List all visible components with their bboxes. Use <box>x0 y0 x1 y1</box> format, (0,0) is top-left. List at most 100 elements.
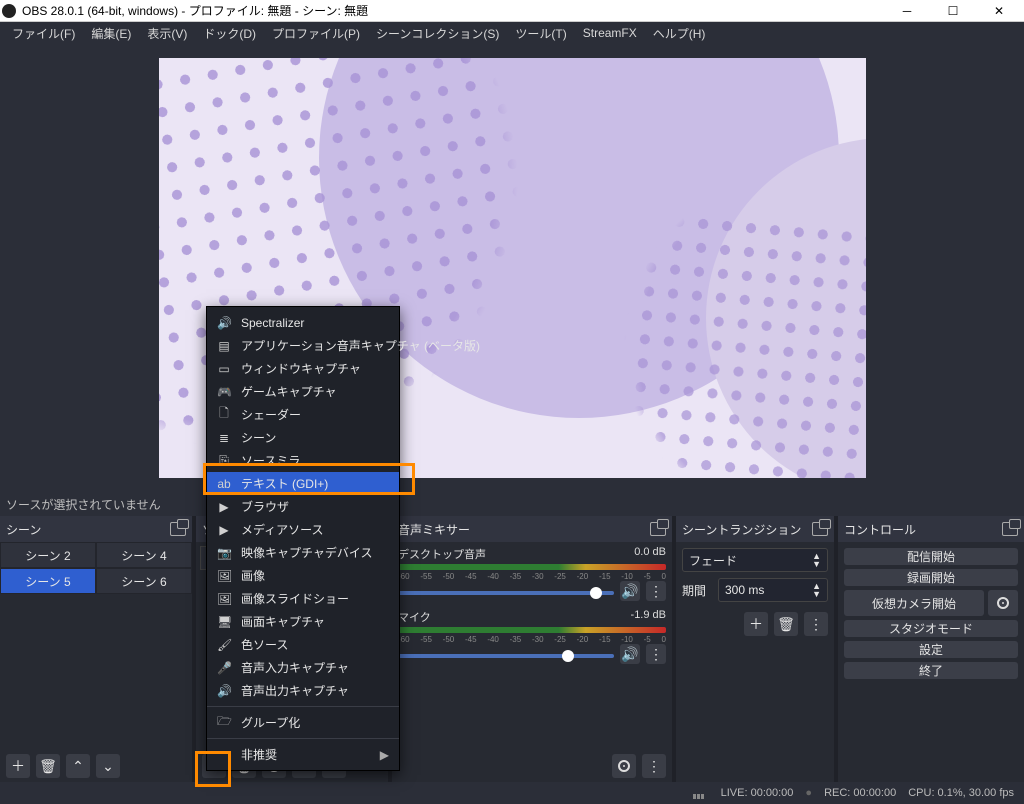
transitions-header: シーントランジション <box>676 516 834 542</box>
close-button[interactable]: ✕ <box>976 0 1022 22</box>
speaker-icon[interactable]: 🔊 <box>620 644 640 664</box>
menu-item-icon: 🖥 <box>217 615 231 629</box>
menu-item[interactable]: ≣シーン <box>207 426 399 449</box>
menu-item-label: ソースミラ <box>241 452 300 469</box>
menu-item-label: メディアソース <box>241 521 324 538</box>
vu-meter <box>398 564 666 570</box>
settings-button[interactable]: 設定 <box>844 641 1018 658</box>
transition-select[interactable]: フェード ▲▼ <box>682 548 828 572</box>
add-scene-button[interactable]: ＋ <box>6 754 30 778</box>
menu-item-icon: ▶ <box>217 500 231 514</box>
source-toolbar: ソースが選択されていません プロパ <box>0 492 1024 516</box>
menu-item[interactable]: 🔊Spectralizer <box>207 311 399 334</box>
menu-item[interactable]: シーンコレクション(S) <box>368 23 507 44</box>
menu-item-icon: 🖌 <box>217 638 231 652</box>
remove-transition-button[interactable]: 🗑 <box>774 612 798 636</box>
virtual-cam-settings-button[interactable] <box>988 590 1018 616</box>
menu-item-label: 色ソース <box>241 636 288 653</box>
menu-item[interactable]: 🗁 グループ化 <box>207 711 399 734</box>
scene-item[interactable]: シーン 5 <box>0 568 96 594</box>
menu-item[interactable]: ツール(T) <box>507 23 574 44</box>
menu-item[interactable]: ▶ブラウザ <box>207 495 399 518</box>
menu-item[interactable]: ヘルプ(H) <box>645 23 714 44</box>
duration-input[interactable]: 300 ms ▲▼ <box>718 578 828 602</box>
menu-item[interactable]: 🖼 画像スライドショー <box>207 587 399 610</box>
menu-item-label: シーン <box>241 429 276 446</box>
start-streaming-button[interactable]: 配信開始 <box>844 548 1018 565</box>
menu-item-icon: 🖼 <box>217 569 231 583</box>
menu-item-label: 画像スライドショー <box>241 590 349 607</box>
channel-menu-button[interactable]: ⋮ <box>646 644 666 664</box>
scenes-footer: ＋ 🗑 ⌃ ⌄ <box>0 750 192 782</box>
add-transition-button[interactable]: ＋ <box>744 612 768 636</box>
menu-item-label: アプリケーション音声キャプチャ (ベータ版) <box>241 337 480 354</box>
menu-item-label: 画像 <box>241 567 265 584</box>
menu-item-icon: 🗋 <box>217 404 231 425</box>
menu-item-label: ゲームキャプチャ <box>241 383 337 400</box>
menu-item[interactable]: 表示(V) <box>139 23 195 44</box>
popout-icon[interactable] <box>812 522 828 536</box>
menu-item-icon: 📷 <box>217 546 231 560</box>
menu-item[interactable]: 🗋 シェーダー <box>207 403 399 426</box>
menu-item-icon: 🔊 <box>217 684 231 698</box>
menu-item[interactable]: 非推奨▶ <box>207 743 399 766</box>
mixer-settings-button[interactable] <box>612 754 636 778</box>
popout-icon[interactable] <box>170 522 186 536</box>
scenes-panel: シーン シーン 2シーン 4シーン 5シーン 6 ＋ 🗑 ⌃ ⌄ <box>0 516 192 782</box>
controls-panel: コントロール 配信開始 録画開始 仮想カメラ開始 スタジオモード 設定 終了 <box>838 516 1024 782</box>
menu-item[interactable]: 🎤音声入力キャプチャ <box>207 656 399 679</box>
menu-item-icon: 🗁 <box>217 712 231 733</box>
preview-area <box>0 44 1024 492</box>
exit-button[interactable]: 終了 <box>844 662 1018 679</box>
menu-item[interactable]: 🔊音声出力キャプチャ <box>207 679 399 702</box>
chevron-right-icon: ▶ <box>380 748 389 762</box>
menu-item-icon: 🎤 <box>217 661 231 675</box>
menu-item[interactable]: ⎘ ソースミラ <box>207 449 399 472</box>
transition-menu-button[interactable]: ⋮ <box>804 612 828 636</box>
scene-up-button[interactable]: ⌃ <box>66 754 90 778</box>
menu-item[interactable]: ドック(D) <box>195 23 264 44</box>
menu-bar: ファイル(F)編集(E)表示(V)ドック(D)プロファイル(P)シーンコレクショ… <box>0 22 1024 44</box>
menu-item[interactable]: ▭ ウィンドウキャプチャ <box>207 357 399 380</box>
start-virtual-cam-button[interactable]: 仮想カメラ開始 <box>844 590 984 616</box>
remove-scene-button[interactable]: 🗑 <box>36 754 60 778</box>
menu-item[interactable]: 🖌 色ソース <box>207 633 399 656</box>
audio-mixer-panel: 音声ミキサー デスクトップ音声0.0 dB -60-55-50-45-40-35… <box>392 516 672 782</box>
volume-slider[interactable] <box>398 654 614 658</box>
menu-item[interactable]: abテキスト (GDI+) <box>207 472 399 495</box>
menu-item-icon: ⎘ <box>217 453 231 468</box>
menu-item[interactable]: 🖥画面キャプチャ <box>207 610 399 633</box>
app-icon <box>2 4 16 18</box>
menu-item[interactable]: 📷映像キャプチャデバイス <box>207 541 399 564</box>
popout-icon[interactable] <box>1002 522 1018 536</box>
scene-item[interactable]: シーン 6 <box>96 568 192 594</box>
mixer-channel-desktop: デスクトップ音声0.0 dB -60-55-50-45-40-35-30-25-… <box>398 546 666 601</box>
popout-icon[interactable] <box>650 522 666 536</box>
channel-menu-button[interactable]: ⋮ <box>646 581 666 601</box>
start-recording-button[interactable]: 録画開始 <box>844 569 1018 586</box>
maximize-button[interactable]: ☐ <box>930 0 976 22</box>
menu-item-icon: ▭ <box>217 362 231 376</box>
menu-item-label: シェーダー <box>241 406 301 423</box>
scene-item[interactable]: シーン 4 <box>96 542 192 568</box>
scene-item[interactable]: シーン 2 <box>0 542 96 568</box>
menu-item[interactable]: プロファイル(P) <box>264 23 368 44</box>
volume-slider[interactable] <box>398 591 614 595</box>
speaker-icon[interactable]: 🔊 <box>620 581 640 601</box>
mixer-menu-button[interactable]: ⋮ <box>642 754 666 778</box>
menu-item[interactable]: ファイル(F) <box>4 23 83 44</box>
menu-item-label: ウィンドウキャプチャ <box>241 360 361 377</box>
mixer-header: 音声ミキサー <box>392 516 672 542</box>
menu-item[interactable]: StreamFX <box>575 24 645 42</box>
menu-item[interactable]: ▤アプリケーション音声キャプチャ (ベータ版) <box>207 334 399 357</box>
menu-item[interactable]: 🎮ゲームキャプチャ <box>207 380 399 403</box>
menu-item[interactable]: 編集(E) <box>83 23 139 44</box>
studio-mode-button[interactable]: スタジオモード <box>844 620 1018 637</box>
rec-timer: REC: 00:00:00 <box>824 787 896 799</box>
menu-item[interactable]: ▶メディアソース <box>207 518 399 541</box>
minimize-button[interactable]: ─ <box>884 0 930 22</box>
menu-item-icon: 🖼 <box>217 592 231 606</box>
menu-item-label: グループ化 <box>241 714 300 731</box>
scene-down-button[interactable]: ⌄ <box>96 754 120 778</box>
menu-item[interactable]: 🖼 画像 <box>207 564 399 587</box>
